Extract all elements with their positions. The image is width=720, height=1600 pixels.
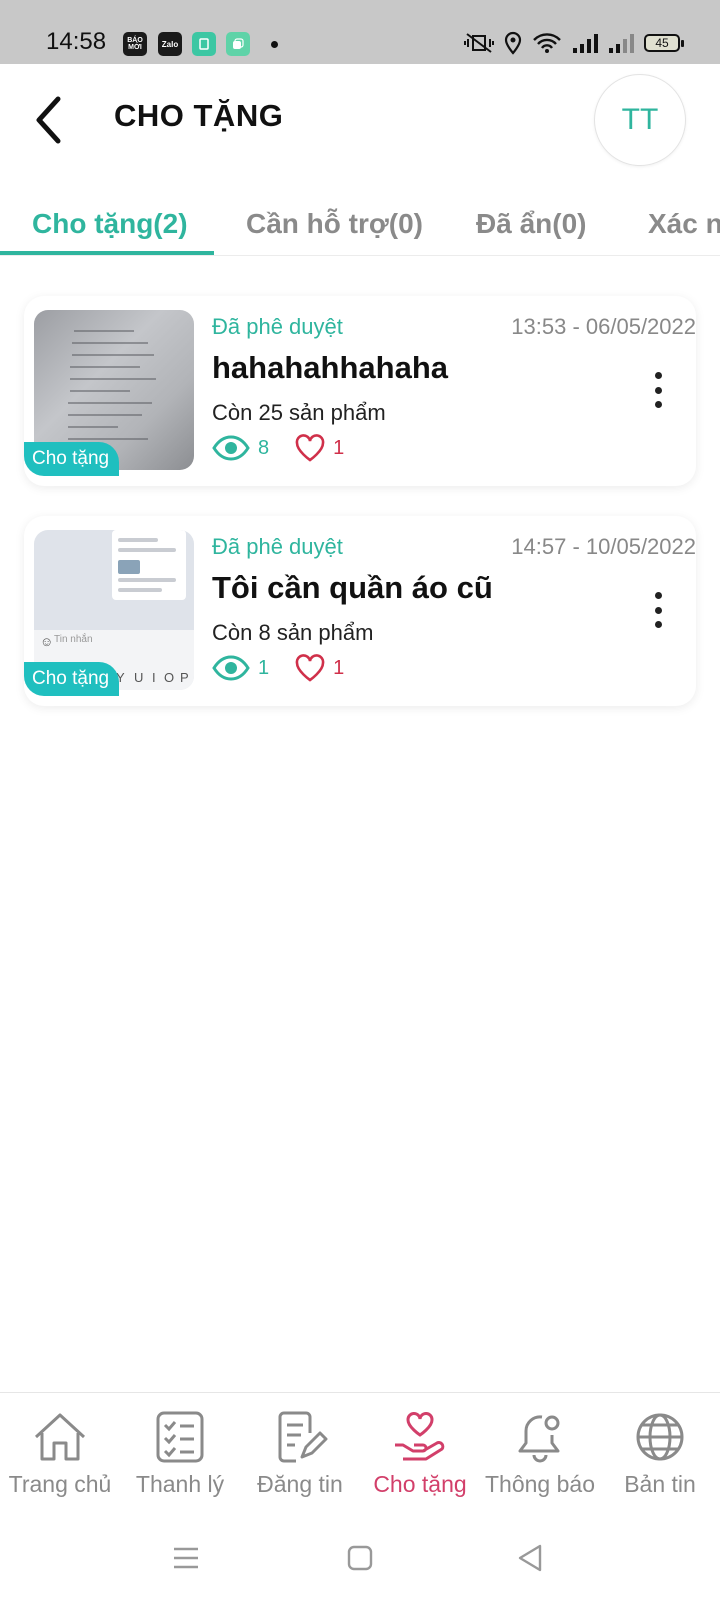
tab-da-an[interactable]: Đã ẩn(0) (476, 208, 586, 240)
status-icons: 45 (464, 31, 684, 55)
app-teal-icon (226, 32, 250, 56)
nav-label: Bản tin (624, 1471, 696, 1497)
signal-icon-1 (573, 34, 598, 53)
nav-label: Cho tặng (373, 1471, 467, 1497)
home-icon (34, 1413, 86, 1461)
like-count: 1 (333, 436, 345, 459)
view-count: 1 (258, 656, 270, 679)
nav-item-thong-bao[interactable]: Thông báo (480, 1411, 600, 1498)
post-title: Tôi cần quần áo cũ (212, 570, 493, 605)
nav-label: Trang chủ (8, 1471, 112, 1497)
nav-label: Thanh lý (135, 1471, 225, 1497)
post-datetime: 14:57 - 10/05/2022 (511, 534, 696, 559)
chevron-left-icon (36, 96, 61, 144)
status-bar: 14:58 BÁO MỚI Zalo 45 (0, 0, 720, 64)
recent-apps-button[interactable] (168, 1542, 204, 1574)
tab-xac-nhan[interactable]: Xác nhận (648, 208, 720, 240)
checklist-icon (156, 1411, 204, 1463)
triangle-back-icon (518, 1544, 542, 1572)
edit-post-icon (278, 1411, 328, 1463)
signal-icon-2 (609, 34, 634, 53)
page-title: CHO TẶNG (114, 98, 284, 133)
post-remaining: Còn 25 sản phẩm (212, 400, 386, 425)
like-count: 1 (333, 656, 345, 679)
post-remaining: Còn 8 sản phẩm (212, 620, 374, 645)
wifi-icon (533, 33, 561, 53)
heart-hand-icon (395, 1412, 445, 1461)
post-status: Đã phê duyệt (212, 534, 343, 559)
square-icon (347, 1545, 373, 1571)
post-title: hahahahhahaha (212, 350, 448, 385)
globe-icon (636, 1413, 684, 1461)
location-icon (504, 31, 522, 55)
post-card[interactable]: Cho tặng Đã phê duyệt 13:53 - 06/05/2022… (24, 296, 696, 486)
nav-label: Đăng tin (257, 1471, 343, 1497)
tab-bar: Cho tặng(2) Cần hỗ trợ(0) Đã ẩn(0) Xác n… (0, 190, 720, 256)
notification-dot (271, 41, 278, 48)
active-tab-indicator (0, 251, 214, 255)
post-datetime: 13:53 - 06/05/2022 (511, 314, 696, 339)
more-options-button[interactable] (646, 590, 670, 630)
post-tag: Cho tặng (24, 662, 120, 696)
nav-item-dang-tin[interactable]: Đăng tin (240, 1411, 360, 1498)
tab-can-ho-tro[interactable]: Cần hỗ trợ(0) (246, 208, 423, 240)
nav-item-cho-tang[interactable]: Cho tặng (360, 1411, 480, 1498)
back-button[interactable] (28, 92, 68, 148)
battery-icon: 45 (644, 34, 684, 52)
more-options-button[interactable] (646, 370, 670, 410)
view-count: 8 (258, 436, 270, 459)
system-nav-bar (0, 1512, 720, 1600)
avatar[interactable]: TT (594, 74, 686, 166)
eye-icon (212, 435, 250, 461)
tab-cho-tang[interactable]: Cho tặng(2) (32, 208, 188, 240)
back-nav-button[interactable] (512, 1542, 548, 1574)
nav-label: Thông báo (485, 1471, 595, 1497)
menu-icon (174, 1547, 198, 1569)
post-stats: 1 1 (212, 654, 344, 682)
post-tag: Cho tặng (24, 442, 120, 476)
bottom-nav: Trang chủ Thanh lý Đăng tin Cho tặng Thô… (0, 1392, 720, 1502)
post-card[interactable]: ☺ Tin nhắn Y U I O P Cho tặng Đã phê duy… (24, 516, 696, 706)
post-status: Đã phê duyệt (212, 314, 343, 339)
app-green-icon (192, 32, 216, 56)
status-time: 14:58 (46, 28, 107, 55)
home-button[interactable] (342, 1542, 378, 1574)
vibrate-mute-icon (464, 33, 494, 53)
nav-item-thanh-ly[interactable]: Thanh lý (120, 1411, 240, 1498)
bell-icon (518, 1415, 560, 1463)
nav-item-ban-tin[interactable]: Bản tin (600, 1411, 720, 1498)
post-stats: 8 1 (212, 434, 344, 462)
heart-icon[interactable] (295, 434, 325, 462)
eye-icon (212, 655, 250, 681)
heart-icon[interactable] (295, 654, 325, 682)
zalo-icon: Zalo (158, 32, 182, 56)
nav-item-home[interactable]: Trang chủ (0, 1411, 120, 1498)
bao-moi-icon: BÁO MỚI (123, 32, 147, 56)
